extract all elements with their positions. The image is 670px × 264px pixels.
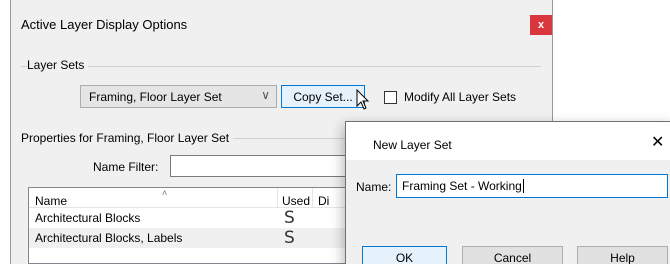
row-used-icon: S [284, 228, 295, 248]
layer-set-select[interactable]: Framing, Floor Layer Set ∨ [80, 85, 277, 108]
table-row[interactable]: Architectural Blocks, Labels S [29, 228, 357, 248]
properties-group-label: Properties for Framing, Floor Layer Set [21, 131, 234, 145]
mouse-cursor-icon [356, 89, 370, 110]
dialog-title: New Layer Set [373, 138, 452, 152]
new-layer-set-dialog: New Layer Set ✕ Name: Framing Set - Work… [345, 121, 670, 264]
name-filter-label: Name Filter: [93, 160, 159, 174]
cancel-button[interactable]: Cancel [462, 246, 563, 264]
column-header-name[interactable]: Name [35, 194, 67, 208]
dialog-title: Active Layer Display Options [21, 17, 188, 32]
column-header-used[interactable]: Used [282, 194, 310, 208]
close-icon[interactable]: ✕ [651, 132, 664, 151]
ok-button[interactable]: OK [362, 246, 447, 264]
help-button[interactable]: Help [577, 246, 668, 264]
text-caret [522, 179, 524, 193]
name-input-value: Framing Set - Working [402, 179, 522, 193]
layers-table: ˄ Name Used Di Architectural Blocks S Ar… [28, 187, 358, 264]
chevron-down-icon: ∨ [261, 88, 270, 102]
layer-set-select-value: Framing, Floor Layer Set [89, 89, 222, 104]
column-divider[interactable] [277, 188, 278, 208]
modify-all-layer-sets-checkbox[interactable] [384, 91, 397, 104]
layer-sets-group-line [21, 66, 541, 67]
modify-all-layer-sets-label: Modify All Layer Sets [404, 90, 517, 104]
column-divider[interactable] [312, 188, 313, 208]
name-label: Name: [356, 180, 392, 194]
close-button[interactable]: x [530, 15, 552, 35]
row-name: Architectural Blocks [35, 211, 141, 225]
row-name: Architectural Blocks, Labels [35, 231, 183, 245]
sort-up-icon: ˄ [162, 188, 168, 198]
layer-set-name-input[interactable]: Framing Set - Working [396, 174, 668, 198]
name-filter-input[interactable] [170, 155, 370, 177]
copy-set-button[interactable]: Copy Set... [281, 85, 365, 108]
table-row[interactable]: Architectural Blocks S [29, 208, 357, 228]
layer-sets-group-label: Layer Sets [27, 58, 89, 72]
column-header-display[interactable]: Di [318, 194, 329, 208]
row-used-icon: S [284, 208, 295, 228]
